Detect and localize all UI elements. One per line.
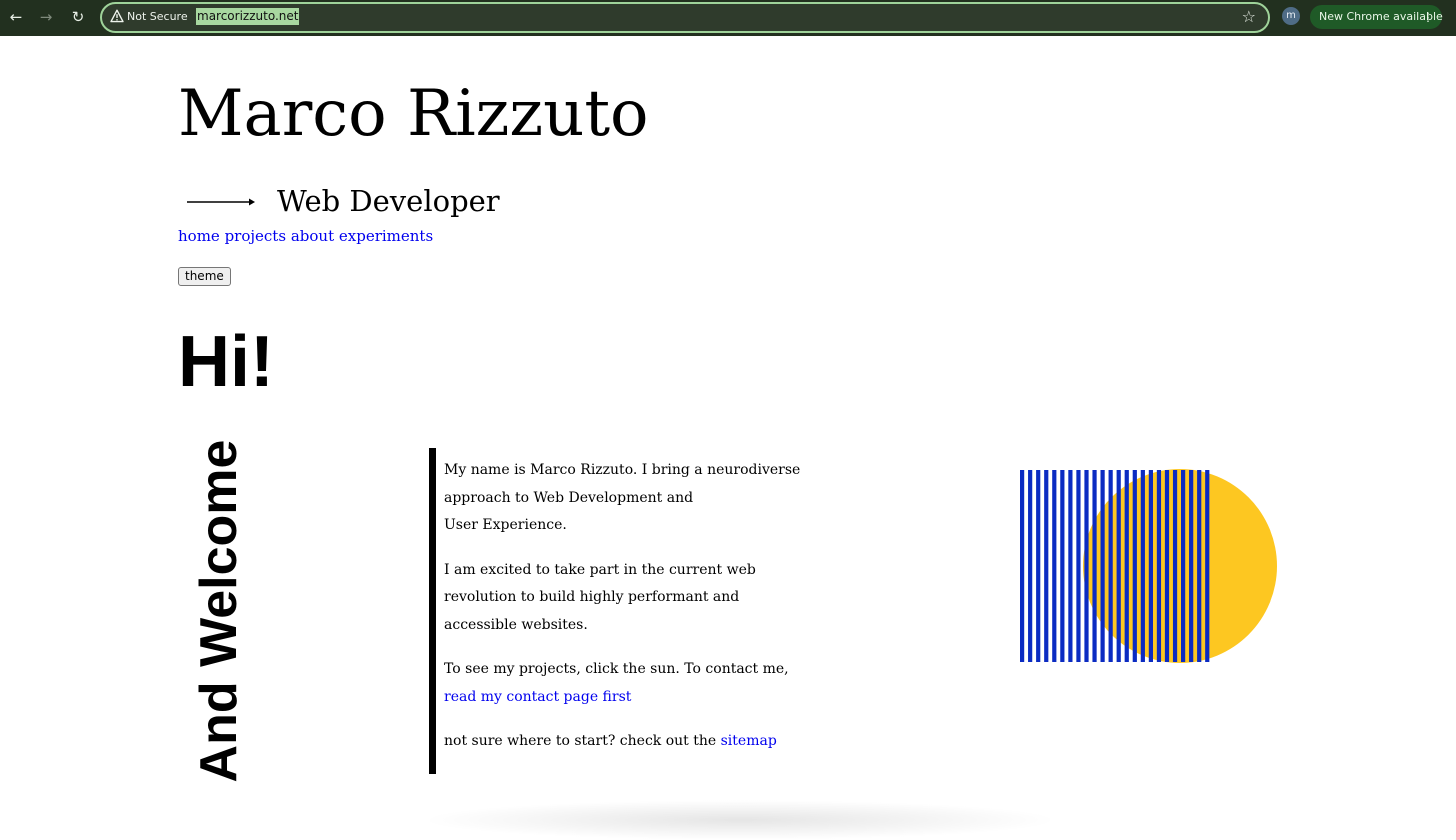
theme-button[interactable]: theme	[178, 267, 231, 286]
right-arrow-icon	[187, 198, 255, 206]
intro-paragraph: I am excited to take part in the current…	[444, 561, 756, 633]
browser-toolbar: ← → ↻ Not Secure marcorizzuto.net ☆ m Ne…	[0, 0, 1456, 36]
reload-icon[interactable]: ↻	[66, 5, 90, 29]
nav-link-projects[interactable]: projects	[225, 227, 286, 245]
stripe	[1108, 470, 1113, 662]
stripe	[1020, 470, 1025, 662]
more-menu-icon: ⋮	[1422, 10, 1434, 24]
back-arrow-icon[interactable]: ←	[4, 5, 28, 29]
stripe	[1076, 470, 1081, 662]
stripe	[1148, 470, 1153, 662]
profile-avatar[interactable]: m	[1282, 7, 1300, 25]
intro-line: My name is Marco Rizzuto. I bring a neur…	[444, 462, 801, 506]
bookmark-star-icon[interactable]: ☆	[1242, 8, 1256, 26]
intro-text: My name is Marco Rizzuto. I bring a neur…	[444, 457, 804, 773]
main-nav: home projects about experiments	[178, 226, 433, 246]
intro-contact-text: To see my projects, click the sun. To co…	[444, 661, 789, 677]
update-chrome-button[interactable]: New Chrome available ⋮	[1310, 5, 1443, 29]
bottom-shadow	[420, 800, 1060, 840]
url-text[interactable]: marcorizzuto.net	[196, 8, 300, 25]
welcome-vertical-heading: And Welcome	[190, 439, 248, 783]
security-status-label[interactable]: Not Secure	[127, 9, 188, 25]
nav-link-about[interactable]: about	[291, 227, 334, 245]
intro-paragraph: To see my projects, click the sun. To co…	[444, 656, 804, 711]
stripe	[1156, 470, 1162, 662]
stripe	[1116, 470, 1121, 662]
stripe	[1197, 470, 1202, 662]
stripe	[1068, 470, 1073, 662]
stripe	[1124, 470, 1129, 662]
hero-heading: Hi!	[178, 322, 274, 402]
stripe	[1044, 470, 1049, 662]
site-subtitle: Web Developer	[277, 184, 500, 218]
nav-link-home[interactable]: home	[178, 227, 220, 245]
intro-sitemap-text: not sure where to start? check out the	[444, 733, 717, 749]
warning-icon	[110, 9, 124, 23]
stripe	[1092, 470, 1097, 662]
intro-paragraph: My name is Marco Rizzuto. I bring a neur…	[444, 457, 804, 540]
stripe	[1164, 470, 1170, 662]
stripe	[1052, 470, 1057, 662]
stripe	[1084, 470, 1089, 662]
stripe	[1132, 470, 1137, 662]
stripe	[1140, 470, 1145, 662]
sitemap-link[interactable]: sitemap	[721, 733, 777, 749]
intro-paragraph: not sure where to start? check out the s…	[444, 728, 804, 756]
nav-link-experiments[interactable]: experiments	[339, 227, 433, 245]
site-title: Marco Rizzuto	[178, 77, 649, 151]
stripe	[1028, 470, 1033, 662]
stripe	[1189, 470, 1194, 662]
stripe	[1181, 470, 1186, 662]
stripe	[1060, 470, 1065, 662]
stripe	[1205, 470, 1210, 662]
intro-line: User Experience.	[444, 517, 567, 533]
intro-divider-bar	[429, 448, 436, 774]
contact-page-link[interactable]: read my contact page first	[444, 689, 631, 705]
address-bar[interactable]: Not Secure marcorizzuto.net ☆	[100, 2, 1270, 33]
forward-arrow-icon[interactable]: →	[34, 5, 58, 29]
stripe	[1172, 470, 1178, 662]
stripe	[1100, 470, 1105, 662]
sun-graphic[interactable]	[1018, 468, 1278, 664]
stripe	[1036, 470, 1041, 662]
